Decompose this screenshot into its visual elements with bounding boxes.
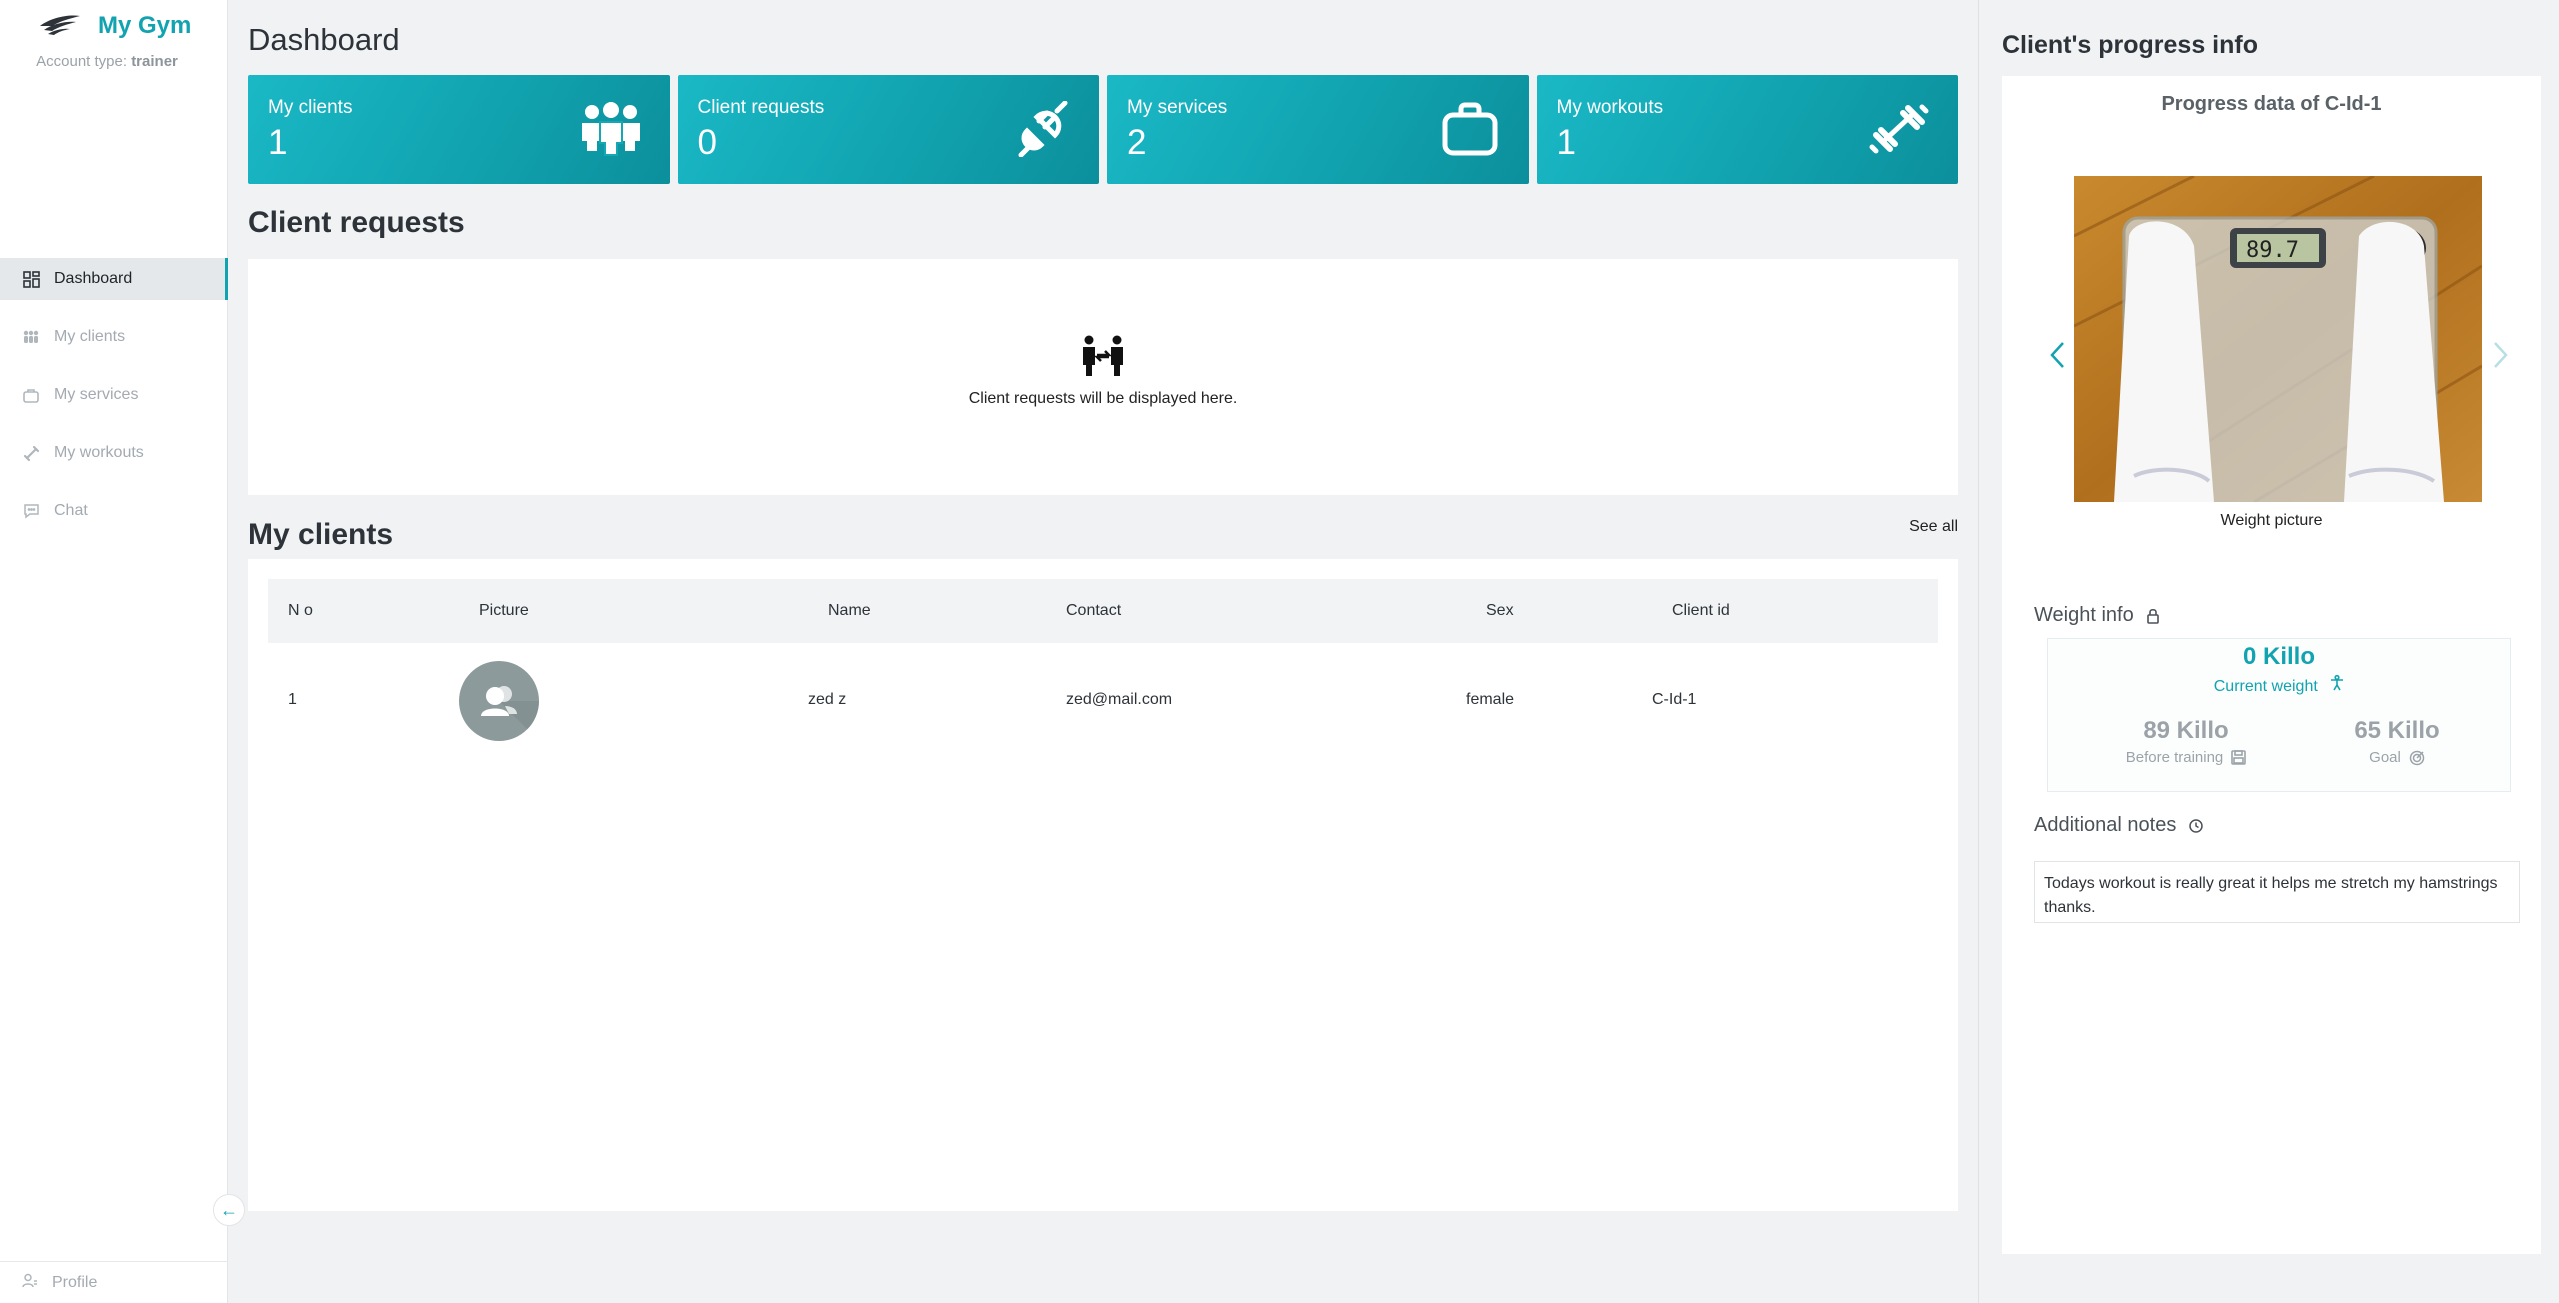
column-header: N o <box>288 602 313 619</box>
sidebar: My Gym Account type: trainer Dashboard M… <box>0 0 245 1303</box>
sidebar-item-dashboard[interactable]: Dashboard <box>0 258 228 300</box>
cell-contact: zed@mail.com <box>1066 691 1173 708</box>
client-requests-title: Client requests <box>248 206 465 239</box>
chevron-left-icon <box>2050 342 2064 368</box>
photo-caption: Weight picture <box>2220 512 2323 529</box>
wing-logo-icon <box>40 15 80 35</box>
requests-empty-state: Client requests will be displayed here. <box>248 335 1958 408</box>
see-all-link[interactable]: See all <box>1909 518 1958 536</box>
requests-empty-text: Client requests will be displayed here. <box>968 390 1238 407</box>
page-title: Dashboard <box>248 22 400 57</box>
card-my-services[interactable]: My services 2 <box>1107 75 1529 184</box>
progress-data-title: Progress data of C-Id-1 <box>2161 93 2382 115</box>
progress-card: Progress data of C-Id-1 89.7 Weight pict… <box>2002 76 2541 1254</box>
column-header: Sex <box>1486 602 1514 619</box>
sidebar-item-my-clients[interactable]: My clients <box>0 316 228 358</box>
weight-info-title: Weight info <box>2034 604 2160 627</box>
current-weight-label: Current weight <box>2048 675 2510 696</box>
account-type: Account type: trainer <box>0 53 214 70</box>
dumbbell-icon <box>1869 104 1929 154</box>
summary-cards: My clients 1 Client requests 0 My servic… <box>248 75 1958 184</box>
user-group-icon <box>481 686 539 741</box>
profile-icon <box>22 1273 38 1293</box>
my-clients-title: My clients <box>248 518 394 551</box>
notes-text: Todays workout is really great it helps … <box>2034 861 2520 923</box>
sidebar-item-label: My clients <box>54 328 126 345</box>
card-my-clients[interactable]: My clients 1 <box>248 75 670 184</box>
carousel-prev-button[interactable] <box>2048 340 2066 379</box>
main-content: Dashboard My clients 1 Client requests 0 <box>248 0 1958 1303</box>
sidebar-nav: Dashboard My clients My services My work… <box>0 258 228 548</box>
chat-icon <box>22 502 40 520</box>
before-weight-text: Before training <box>2125 749 2224 766</box>
progress-panel: Client's progress info Progress data of … <box>1978 0 2559 1303</box>
services-icon <box>22 386 40 404</box>
app-name: My Gym <box>98 12 192 39</box>
figure-icon <box>2330 675 2344 691</box>
goal-weight-value: 65 Killo <box>2354 717 2440 744</box>
account-type-label: Account type: <box>36 53 128 70</box>
current-weight-text: Current weight <box>2213 678 2318 695</box>
table-row[interactable]: 1 zed z zed@mail.com female C-Id-1 <box>268 661 1938 741</box>
sidebar-item-label: My services <box>54 386 139 403</box>
briefcase-icon <box>1442 102 1497 156</box>
clients-table: N o Picture Name Contact Sex Client id 1… <box>248 559 1958 1211</box>
cell-name: zed z <box>808 691 847 708</box>
save-icon <box>2231 750 2247 765</box>
handshake-people-icon <box>1083 335 1123 376</box>
column-header: Name <box>828 602 871 619</box>
plug-icon <box>1018 101 1068 157</box>
history-icon <box>2188 818 2204 834</box>
chevron-right-icon <box>2494 342 2508 368</box>
weight-picture[interactable]: 89.7 <box>2074 176 2482 502</box>
arrow-left-icon: ← <box>220 1199 238 1220</box>
group-icon <box>581 102 640 156</box>
additional-notes-title: Additional notes <box>2034 814 2204 837</box>
lock-icon <box>2146 608 2160 624</box>
profile-label: Profile <box>52 1273 98 1291</box>
before-weight-label: Before training <box>2108 749 2264 766</box>
cell-sex: female <box>1466 691 1515 708</box>
card-client-requests[interactable]: Client requests 0 <box>677 75 1099 184</box>
column-header: Contact <box>1066 602 1122 619</box>
target-icon <box>2409 750 2425 766</box>
goal-weight-text: Goal <box>2369 749 2401 766</box>
cell-no: 1 <box>288 691 297 708</box>
table-header: N o Picture Name Contact Sex Client id <box>268 579 1938 643</box>
column-header: Picture <box>479 602 529 619</box>
card-my-workouts[interactable]: My workouts 1 <box>1536 75 1958 184</box>
client-requests-panel: Client requests will be displayed here. <box>248 259 1958 495</box>
weight-info-label: Weight info <box>2034 604 2134 626</box>
goal-weight-label: Goal <box>2314 749 2480 766</box>
carousel-next-button[interactable] <box>2492 340 2510 379</box>
column-header: Client id <box>1672 602 1730 619</box>
cell-client-id: C-Id-1 <box>1652 691 1697 708</box>
progress-panel-title: Client's progress info <box>2002 31 2258 59</box>
sidebar-item-my-services[interactable]: My services <box>0 374 228 416</box>
sidebar-item-label: Chat <box>54 502 88 519</box>
sidebar-item-profile[interactable]: Profile <box>0 1261 228 1303</box>
account-type-value: trainer <box>131 53 178 70</box>
workouts-icon <box>22 444 40 462</box>
current-weight-value: 0 Killo <box>2242 643 2315 670</box>
avatar <box>459 661 539 741</box>
brand[interactable]: My Gym <box>38 12 191 40</box>
sidebar-item-my-workouts[interactable]: My workouts <box>0 432 228 474</box>
before-weight-value: 89 Killo <box>2143 717 2229 744</box>
collapse-sidebar-button[interactable]: ← <box>213 1194 245 1226</box>
scale-photo-image: 89.7 <box>2074 176 2482 502</box>
additional-notes-label: Additional notes <box>2034 814 2177 836</box>
sidebar-item-label: Dashboard <box>54 270 133 287</box>
scale-reading: 89.7 <box>2246 238 2299 263</box>
sidebar-item-chat[interactable]: Chat <box>0 490 228 532</box>
clients-icon <box>22 328 40 346</box>
weight-info-box: 0 Killo Current weight 89 Killo Before t… <box>2047 638 2511 792</box>
sidebar-item-label: My workouts <box>54 444 144 461</box>
dashboard-icon <box>22 270 40 288</box>
